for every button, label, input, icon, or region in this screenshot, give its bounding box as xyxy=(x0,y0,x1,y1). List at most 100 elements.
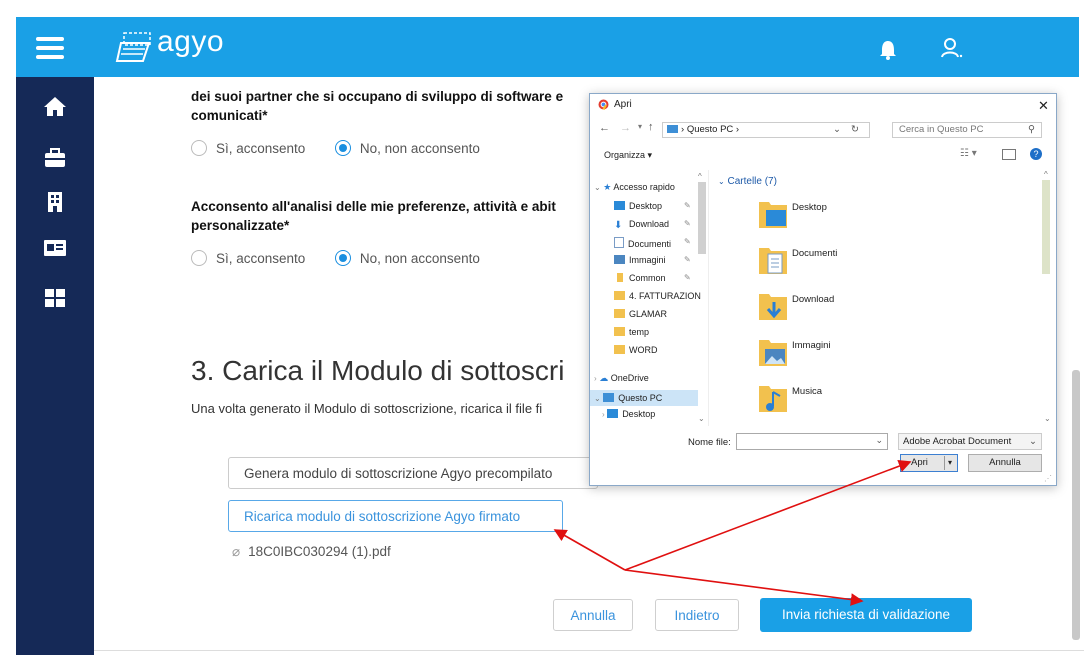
consent-question-2-line1: Acconsento all'analisi delle mie prefere… xyxy=(191,199,556,214)
upload-signed-form-button[interactable]: Ricarica modulo di sottoscrizione Agyo f… xyxy=(228,500,563,532)
back-button[interactable]: Indietro xyxy=(655,599,739,631)
nav-item-glamar[interactable]: GLAMAR xyxy=(614,309,667,319)
pin-icon: ✎ xyxy=(684,237,691,246)
filename-dropdown-icon[interactable]: ⌄ xyxy=(875,435,883,446)
dialog-open-button[interactable]: Apri ▾ xyxy=(900,454,958,472)
filetype-value: Adobe Acrobat Document xyxy=(903,436,1012,447)
folder-icon xyxy=(614,309,625,318)
navigation-pane: ⌄ ★ Accesso rapido Desktop ⬇ Download Doc… xyxy=(590,170,709,426)
address-dropdown-icon[interactable]: ⌄ xyxy=(833,123,841,137)
nav-quick-access[interactable]: ⌄ ★ Accesso rapido xyxy=(594,182,675,193)
folders-group-header[interactable]: ⌄ Cartelle (7) xyxy=(718,176,777,187)
generate-form-button[interactable]: Genera modulo di sottoscrizione Agyo pre… xyxy=(228,457,598,489)
nav-item-label: Common xyxy=(629,273,666,283)
app-header: agyo xyxy=(16,17,1079,77)
pin-icon: ✎ xyxy=(684,255,691,264)
nav-item-label: Download xyxy=(629,219,670,229)
folder-label: Download xyxy=(792,294,835,305)
user-icon[interactable] xyxy=(941,37,963,59)
briefcase-icon[interactable] xyxy=(43,147,67,169)
submit-validation-button[interactable]: Invia richiesta di validazione xyxy=(760,598,972,632)
consent-2-no-radio[interactable] xyxy=(334,250,351,266)
pin-icon: ✎ xyxy=(684,201,691,210)
nav-item-word[interactable]: WORD xyxy=(614,345,658,355)
dialog-cancel-button[interactable]: Annulla xyxy=(968,454,1042,472)
files-scroll-up-icon[interactable]: ^ xyxy=(1044,170,1048,179)
consent-1-no-label: No, non acconsento xyxy=(359,141,480,156)
recent-chevron-icon[interactable]: ▾ xyxy=(638,122,642,131)
consent-question-1-line2: comunicati* xyxy=(191,108,268,123)
brand-name[interactable]: agyo xyxy=(157,25,224,59)
filetype-dropdown-icon[interactable]: ⌄ xyxy=(1029,434,1037,449)
nav-onedrive[interactable]: › ☁ OneDrive xyxy=(594,373,649,384)
nav-scrollbar[interactable] xyxy=(698,182,706,254)
document-icon xyxy=(614,237,624,248)
scroll-down-icon[interactable]: ⌄ xyxy=(698,414,705,423)
nav-item-documents[interactable]: Documenti xyxy=(614,237,671,249)
menu-icon[interactable] xyxy=(36,37,64,59)
nav-this-pc[interactable]: ⌄ Questo PC xyxy=(590,390,698,406)
files-scroll-down-icon[interactable]: ⌄ xyxy=(1044,414,1051,423)
page-scrollbar[interactable] xyxy=(1072,370,1080,640)
open-dropdown-icon[interactable]: ▾ xyxy=(944,456,955,470)
attached-file[interactable]: ⌀ 18C0IBC030294 (1).pdf xyxy=(232,544,391,560)
scroll-up-icon[interactable]: ^ xyxy=(698,172,702,181)
cancel-button[interactable]: Annulla xyxy=(553,599,633,631)
up-arrow-icon[interactable]: ↑ xyxy=(648,121,654,133)
back-arrow-icon[interactable]: ← xyxy=(599,122,610,134)
nav-item-label: Desktop xyxy=(622,409,656,419)
address-bar[interactable]: › Questo PC › ⌄ ↻ xyxy=(662,122,870,138)
nav-item-temp[interactable]: temp xyxy=(614,327,649,337)
images-icon xyxy=(614,255,625,264)
folder-icon xyxy=(617,273,623,282)
nav-item-images[interactable]: Immagini xyxy=(614,255,666,265)
search-placeholder: Cerca in Questo PC xyxy=(899,124,984,135)
consent-1-no-radio[interactable] xyxy=(334,140,351,156)
documents-folder-icon xyxy=(759,248,787,274)
nav-this-pc-desktop[interactable]: › Desktop xyxy=(602,409,655,419)
close-icon[interactable]: ✕ xyxy=(1038,98,1049,114)
download-folder-icon xyxy=(759,294,787,320)
organize-menu[interactable]: Organizza ▾ xyxy=(604,150,652,161)
consent-2-no-label: No, non acconsento xyxy=(359,251,480,266)
nav-item-download[interactable]: ⬇ Download xyxy=(614,219,670,231)
paperclip-icon: ⌀ xyxy=(232,544,241,559)
filename-input[interactable]: ⌄ xyxy=(736,433,888,450)
nav-item-common[interactable]: Common xyxy=(614,273,666,283)
files-scrollbar[interactable] xyxy=(1042,180,1050,274)
building-icon[interactable] xyxy=(43,191,67,213)
consent-question-1-line1: dei suoi partner che si occupano di svil… xyxy=(191,89,564,104)
star-icon: ★ xyxy=(603,182,612,192)
forward-arrow-icon[interactable]: → xyxy=(620,122,631,134)
nav-item-fatturazion[interactable]: 4. FATTURAZION xyxy=(614,291,701,301)
cloud-icon: ☁ xyxy=(599,373,609,383)
files-pane: ⌄ Cartelle (7) Desktop Documenti Downloa… xyxy=(714,170,1054,426)
consent-question-2: Acconsento all'analisi delle mie prefere… xyxy=(191,197,556,235)
consent-1-yes-radio[interactable] xyxy=(191,140,207,156)
filetype-select[interactable]: Adobe Acrobat Document ⌄ xyxy=(898,433,1042,450)
folders-group-label: Cartelle (7) xyxy=(727,176,777,187)
refresh-icon[interactable]: ↻ xyxy=(851,123,859,137)
nav-item-label: Immagini xyxy=(629,255,666,265)
dialog-toolbar: Organizza ▾ ☷ ▾ ? xyxy=(590,146,1056,166)
resize-grip-icon[interactable]: ⋰ xyxy=(1044,474,1052,483)
dialog-open-label: Apri xyxy=(911,457,928,468)
consent-2-yes-radio[interactable] xyxy=(191,250,207,266)
home-icon[interactable] xyxy=(43,95,67,117)
dialog-search-input[interactable]: Cerca in Questo PC ⚲ xyxy=(892,122,1042,138)
view-options-icon[interactable]: ☷ ▾ xyxy=(960,148,977,159)
bell-icon[interactable] xyxy=(878,39,898,61)
consent-2-yes-label: Sì, acconsento xyxy=(216,251,306,266)
help-icon[interactable]: ? xyxy=(1030,148,1042,160)
consent-2-options: Sì, acconsento No, non acconsento xyxy=(191,250,480,266)
folder-label: Desktop xyxy=(792,202,827,213)
preview-pane-icon[interactable] xyxy=(1002,149,1016,160)
images-folder-icon xyxy=(759,340,787,366)
nav-item-label: Documenti xyxy=(628,239,672,249)
section-title: 3. Carica il Modulo di sottoscri xyxy=(191,355,565,386)
nav-item-label: Desktop xyxy=(629,201,663,211)
id-card-icon[interactable] xyxy=(43,237,67,259)
nav-item-desktop[interactable]: Desktop xyxy=(614,201,662,211)
grid-icon[interactable] xyxy=(43,287,67,309)
nav-item-label: 4. FATTURAZION xyxy=(629,291,701,301)
